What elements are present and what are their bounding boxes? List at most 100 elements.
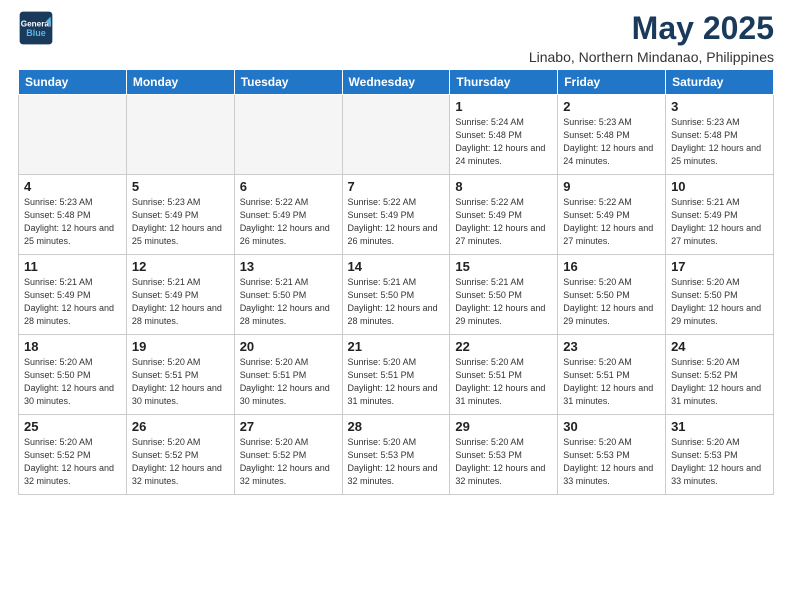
svg-text:Blue: Blue (26, 28, 46, 38)
col-header-friday: Friday (558, 70, 666, 95)
day-info: Sunrise: 5:20 AMSunset: 5:52 PMDaylight:… (240, 436, 337, 488)
calendar-cell: 28 Sunrise: 5:20 AMSunset: 5:53 PMDayligh… (342, 415, 450, 495)
calendar-cell (126, 95, 234, 175)
col-header-saturday: Saturday (666, 70, 774, 95)
calendar-cell (342, 95, 450, 175)
calendar-week-2: 4 Sunrise: 5:23 AMSunset: 5:48 PMDaylight… (19, 175, 774, 255)
day-info: Sunrise: 5:20 AMSunset: 5:51 PMDaylight:… (240, 356, 337, 408)
calendar-cell: 25 Sunrise: 5:20 AMSunset: 5:52 PMDayligh… (19, 415, 127, 495)
day-info: Sunrise: 5:20 AMSunset: 5:52 PMDaylight:… (24, 436, 121, 488)
calendar-cell: 21Sunrise: 5:20 AMSunset: 5:51 PMDayligh… (342, 335, 450, 415)
calendar-cell: 17 Sunrise: 5:20 AMSunset: 5:50 PMDayligh… (666, 255, 774, 335)
page: General Blue May 2025 Linabo, Northern M… (0, 0, 792, 612)
calendar-cell: 16 Sunrise: 5:20 AMSunset: 5:50 PMDayligh… (558, 255, 666, 335)
day-info: Sunrise: 5:20 AMSunset: 5:50 PMDaylight:… (563, 276, 660, 328)
col-header-sunday: Sunday (19, 70, 127, 95)
day-info: Sunrise: 5:22 AMSunset: 5:49 PMDaylight:… (563, 196, 660, 248)
day-info: Sunrise: 5:20 AMSunset: 5:52 PMDaylight:… (671, 356, 768, 408)
day-info: Sunrise: 5:21 AMSunset: 5:50 PMDaylight:… (240, 276, 337, 328)
main-title: May 2025 (529, 10, 774, 47)
day-number: 16 (563, 259, 660, 274)
day-number: 31 (671, 419, 768, 434)
calendar-cell: 11Sunrise: 5:21 AMSunset: 5:49 PMDayligh… (19, 255, 127, 335)
day-info: Sunrise: 5:23 AMSunset: 5:48 PMDaylight:… (24, 196, 121, 248)
day-number: 4 (24, 179, 121, 194)
logo-icon: General Blue (18, 10, 54, 46)
day-number: 10 (671, 179, 768, 194)
day-number: 30 (563, 419, 660, 434)
day-info: Sunrise: 5:21 AMSunset: 5:50 PMDaylight:… (348, 276, 445, 328)
col-header-tuesday: Tuesday (234, 70, 342, 95)
day-info: Sunrise: 5:22 AMSunset: 5:49 PMDaylight:… (455, 196, 552, 248)
calendar-cell: 13 Sunrise: 5:21 AMSunset: 5:50 PMDayligh… (234, 255, 342, 335)
title-block: May 2025 Linabo, Northern Mindanao, Phil… (529, 10, 774, 65)
day-number: 20 (240, 339, 337, 354)
day-number: 23 (563, 339, 660, 354)
calendar-table: SundayMondayTuesdayWednesdayThursdayFrid… (18, 69, 774, 495)
logo: General Blue (18, 10, 54, 46)
day-number: 13 (240, 259, 337, 274)
calendar-header-row: SundayMondayTuesdayWednesdayThursdayFrid… (19, 70, 774, 95)
day-info: Sunrise: 5:20 AMSunset: 5:53 PMDaylight:… (563, 436, 660, 488)
day-number: 9 (563, 179, 660, 194)
day-number: 17 (671, 259, 768, 274)
day-info: Sunrise: 5:24 AMSunset: 5:48 PMDaylight:… (455, 116, 552, 168)
calendar-week-4: 18Sunrise: 5:20 AMSunset: 5:50 PMDayligh… (19, 335, 774, 415)
day-info: Sunrise: 5:23 AMSunset: 5:48 PMDaylight:… (563, 116, 660, 168)
day-info: Sunrise: 5:20 AMSunset: 5:53 PMDaylight:… (348, 436, 445, 488)
day-number: 8 (455, 179, 552, 194)
col-header-thursday: Thursday (450, 70, 558, 95)
day-info: Sunrise: 5:22 AMSunset: 5:49 PMDaylight:… (348, 196, 445, 248)
calendar-cell: 5 Sunrise: 5:23 AMSunset: 5:49 PMDaylight… (126, 175, 234, 255)
calendar-cell: 31 Sunrise: 5:20 AMSunset: 5:53 PMDayligh… (666, 415, 774, 495)
day-info: Sunrise: 5:20 AMSunset: 5:50 PMDaylight:… (671, 276, 768, 328)
calendar-week-3: 11 Sunrise: 5:21 AMSunset: 5:49 PMDayligh… (19, 255, 774, 335)
calendar-cell: 7Sunrise: 5:22 AMSunset: 5:49 PMDaylight… (342, 175, 450, 255)
calendar-cell: 4 Sunrise: 5:23 AMSunset: 5:48 PMDaylight… (19, 175, 127, 255)
day-info: Sunrise: 5:20 AMSunset: 5:51 PMDaylight:… (455, 356, 552, 408)
col-header-monday: Monday (126, 70, 234, 95)
day-number: 22 (455, 339, 552, 354)
calendar-cell: 18Sunrise: 5:20 AMSunset: 5:50 PMDayligh… (19, 335, 127, 415)
calendar-week-5: 25 Sunrise: 5:20 AMSunset: 5:52 PMDayligh… (19, 415, 774, 495)
day-number: 24 (671, 339, 768, 354)
calendar-cell: 20 Sunrise: 5:20 AMSunset: 5:51 PMDayligh… (234, 335, 342, 415)
col-header-wednesday: Wednesday (342, 70, 450, 95)
day-number: 1 (455, 99, 552, 114)
subtitle: Linabo, Northern Mindanao, Philippines (529, 49, 774, 65)
day-info: Sunrise: 5:20 AMSunset: 5:53 PMDaylight:… (671, 436, 768, 488)
calendar-cell: 10Sunrise: 5:21 AMSunset: 5:49 PMDayligh… (666, 175, 774, 255)
calendar-cell (234, 95, 342, 175)
calendar-cell: 29Sunrise: 5:20 AMSunset: 5:53 PMDayligh… (450, 415, 558, 495)
calendar-cell: 15Sunrise: 5:21 AMSunset: 5:50 PMDayligh… (450, 255, 558, 335)
day-number: 6 (240, 179, 337, 194)
calendar-cell: 14 Sunrise: 5:21 AMSunset: 5:50 PMDayligh… (342, 255, 450, 335)
day-number: 25 (24, 419, 121, 434)
calendar-cell: 9 Sunrise: 5:22 AMSunset: 5:49 PMDaylight… (558, 175, 666, 255)
day-number: 28 (348, 419, 445, 434)
day-info: Sunrise: 5:20 AMSunset: 5:50 PMDaylight:… (24, 356, 121, 408)
day-info: Sunrise: 5:23 AMSunset: 5:49 PMDaylight:… (132, 196, 229, 248)
day-number: 29 (455, 419, 552, 434)
calendar-cell: 22 Sunrise: 5:20 AMSunset: 5:51 PMDayligh… (450, 335, 558, 415)
calendar-cell: 19Sunrise: 5:20 AMSunset: 5:51 PMDayligh… (126, 335, 234, 415)
calendar-cell: 6 Sunrise: 5:22 AMSunset: 5:49 PMDaylight… (234, 175, 342, 255)
day-number: 21 (348, 339, 445, 354)
day-info: Sunrise: 5:21 AMSunset: 5:49 PMDaylight:… (132, 276, 229, 328)
day-number: 11 (24, 259, 121, 274)
day-number: 27 (240, 419, 337, 434)
calendar-cell: 23 Sunrise: 5:20 AMSunset: 5:51 PMDayligh… (558, 335, 666, 415)
calendar-week-1: 1 Sunrise: 5:24 AMSunset: 5:48 PMDaylight… (19, 95, 774, 175)
day-number: 5 (132, 179, 229, 194)
day-number: 14 (348, 259, 445, 274)
header: General Blue May 2025 Linabo, Northern M… (18, 10, 774, 65)
day-number: 15 (455, 259, 552, 274)
day-info: Sunrise: 5:20 AMSunset: 5:51 PMDaylight:… (563, 356, 660, 408)
calendar-cell: 24 Sunrise: 5:20 AMSunset: 5:52 PMDayligh… (666, 335, 774, 415)
calendar-cell: 26Sunrise: 5:20 AMSunset: 5:52 PMDayligh… (126, 415, 234, 495)
day-info: Sunrise: 5:20 AMSunset: 5:52 PMDaylight:… (132, 436, 229, 488)
calendar-cell: 12Sunrise: 5:21 AMSunset: 5:49 PMDayligh… (126, 255, 234, 335)
calendar-cell: 27 Sunrise: 5:20 AMSunset: 5:52 PMDayligh… (234, 415, 342, 495)
calendar-cell: 2Sunrise: 5:23 AMSunset: 5:48 PMDaylight… (558, 95, 666, 175)
day-info: Sunrise: 5:22 AMSunset: 5:49 PMDaylight:… (240, 196, 337, 248)
